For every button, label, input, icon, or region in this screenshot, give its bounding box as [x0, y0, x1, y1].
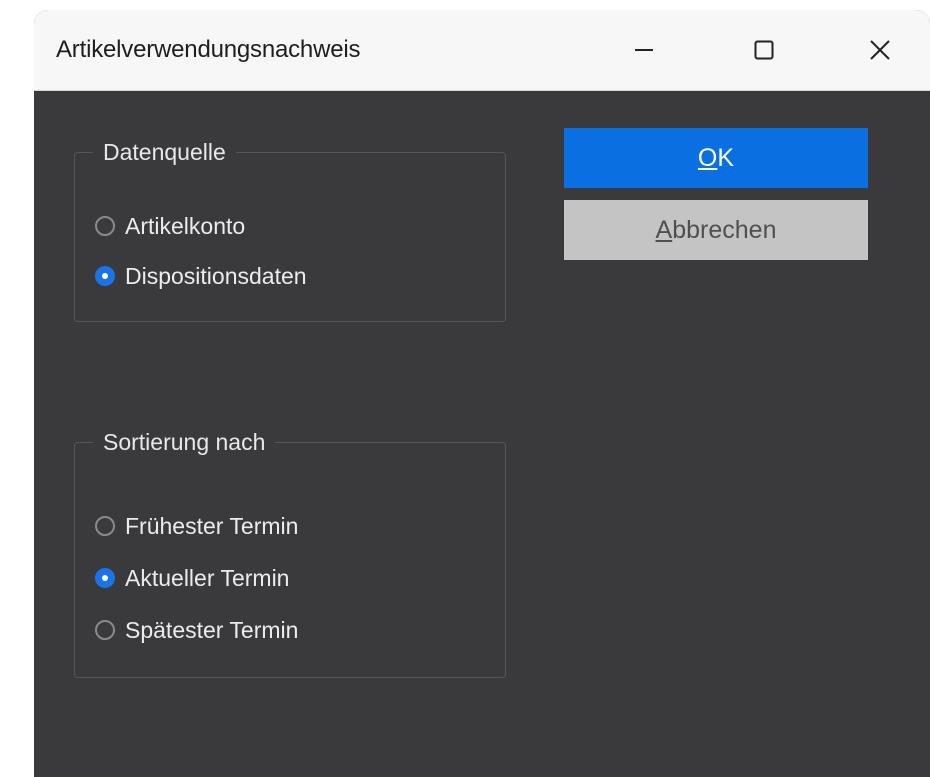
- radio-circle-unchecked[interactable]: [95, 620, 115, 640]
- radio-circle-checked[interactable]: [95, 568, 115, 588]
- minimize-button[interactable]: [594, 10, 694, 90]
- radio-circle-unchecked[interactable]: [95, 216, 115, 236]
- radio-dispositionsdaten[interactable]: Dispositionsdaten: [95, 262, 307, 290]
- dialog-window: Artikelverwendungsnachweis Datenquelle A…: [34, 10, 930, 777]
- maximize-icon: [754, 40, 774, 60]
- radio-circle-checked[interactable]: [95, 266, 115, 286]
- radio-label-dispositionsdaten: Dispositionsdaten: [125, 263, 307, 289]
- window-title: Artikelverwendungsnachweis: [56, 36, 361, 63]
- group-sortierung: Sortierung nach Frühester Termin Aktuell…: [74, 428, 506, 678]
- group-datenquelle-legend: Datenquelle: [103, 139, 226, 165]
- radio-circle-unchecked[interactable]: [95, 516, 115, 536]
- group-sortierung-legend: Sortierung nach: [103, 429, 266, 455]
- radio-artikelkonto[interactable]: Artikelkonto: [95, 212, 245, 240]
- close-icon: [870, 40, 890, 60]
- group-datenquelle: Datenquelle Artikelkonto Dispositionsdat…: [74, 138, 506, 322]
- ok-button-label: OK: [697, 143, 735, 172]
- minimize-icon: [635, 49, 653, 51]
- radio-label-artikelkonto: Artikelkonto: [125, 213, 246, 239]
- cancel-button[interactable]: Abbrechen: [564, 200, 868, 260]
- radio-label-aktueller-termin: Aktueller Termin: [125, 565, 290, 591]
- radio-fruehester-termin[interactable]: Frühester Termin: [95, 512, 298, 540]
- radio-label-spaetester-termin: Spätester Termin: [125, 617, 299, 643]
- radio-spaetester-termin[interactable]: Spätester Termin: [95, 616, 298, 644]
- cancel-button-label: Abbrechen: [655, 215, 777, 244]
- ok-button[interactable]: OK: [564, 128, 868, 188]
- title-bar[interactable]: Artikelverwendungsnachweis: [34, 10, 930, 91]
- close-button[interactable]: [830, 10, 930, 90]
- maximize-button[interactable]: [714, 10, 814, 90]
- radio-label-fruehester-termin: Frühester Termin: [125, 513, 299, 539]
- radio-aktueller-termin[interactable]: Aktueller Termin: [95, 564, 289, 592]
